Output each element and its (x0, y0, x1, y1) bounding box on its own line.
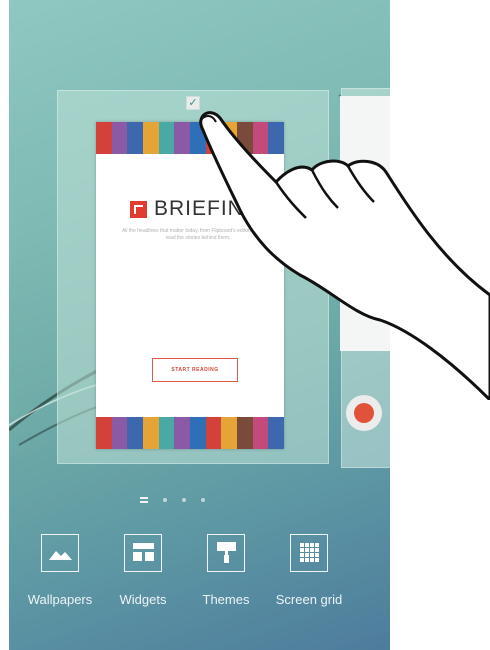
home-page-indicator-icon[interactable] (140, 497, 148, 503)
widgets-icon (124, 534, 162, 572)
widget-bottom-stripe (96, 417, 285, 449)
stripe-segment (111, 122, 128, 154)
themes-option[interactable]: Themes (186, 534, 266, 607)
screen-grid-icon (290, 534, 328, 572)
stripe-segment (143, 417, 159, 449)
screen-grid-label: Screen grid (275, 592, 343, 607)
themes-icon (207, 534, 245, 572)
stripe-segment (127, 417, 144, 449)
page-dot[interactable] (201, 498, 205, 502)
stripe-segment (96, 417, 112, 449)
stripe-segment (252, 417, 269, 449)
stripe-segment (268, 417, 285, 449)
stripe-segment (190, 417, 206, 449)
page-indicator (140, 496, 220, 504)
stripe-segment (174, 417, 191, 449)
wallpapers-icon (41, 534, 79, 572)
page-dot[interactable] (163, 498, 167, 502)
stripe-segment (111, 417, 128, 449)
wallpapers-label: Wallpapers (27, 592, 93, 607)
stripe-segment (127, 122, 144, 154)
page-dot[interactable] (182, 498, 186, 502)
stripe-segment (143, 122, 159, 154)
wallpapers-option[interactable]: Wallpapers (20, 534, 100, 607)
next-page-app-icon (346, 395, 382, 431)
pointing-hand-icon (199, 111, 490, 400)
stripe-segment (158, 122, 175, 154)
widgets-option[interactable]: Widgets (103, 534, 183, 607)
widgets-label: Widgets (119, 592, 167, 607)
stripe-segment (221, 417, 238, 449)
stripe-segment (96, 122, 112, 154)
briefing-logo-icon (130, 200, 147, 218)
themes-label: Themes (202, 592, 250, 607)
stripe-segment (237, 417, 253, 449)
stripe-segment (205, 417, 222, 449)
screen-grid-option[interactable]: Screen grid (269, 534, 349, 607)
stripe-segment (158, 417, 175, 449)
